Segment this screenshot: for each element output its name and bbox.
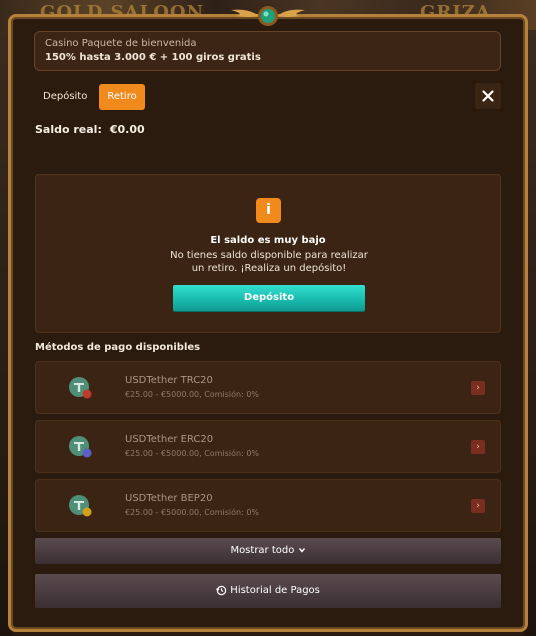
chevron-right-icon[interactable]: ›: [471, 440, 485, 454]
balance-label: Saldo real:: [35, 123, 102, 136]
tether-icon: [69, 495, 92, 517]
welcome-bonus-banner[interactable]: Casino Paquete de bienvenida 150% hasta …: [34, 31, 501, 71]
method-details: €25.00 - €5000.00, Comisión: 0%: [125, 390, 260, 399]
info-icon: i: [256, 198, 281, 223]
method-name: USDTether TRC20: [125, 375, 213, 386]
close-icon: [482, 90, 494, 102]
tether-icon: [69, 436, 92, 458]
method-details: €25.00 - €5000.00, Comisión: 0%: [125, 508, 260, 517]
close-button[interactable]: [475, 83, 501, 109]
real-balance: Saldo real: €0.00: [35, 123, 145, 136]
winged-emblem-icon: [231, 6, 305, 26]
promo-title: Casino Paquete de bienvenida: [45, 38, 197, 49]
deposit-button[interactable]: Depósito: [173, 285, 365, 311]
payment-method-usdt-bep20[interactable]: USDTether BEP20 €25.00 - €5000.00, Comis…: [35, 479, 501, 532]
balance-value: €0.00: [109, 123, 145, 136]
method-name: USDTether ERC20: [125, 434, 214, 445]
tab-deposit[interactable]: Depósito: [35, 84, 95, 110]
payment-method-usdt-erc20[interactable]: USDTether ERC20 €25.00 - €5000.00, Comis…: [35, 420, 501, 473]
show-all-button[interactable]: Mostrar todo: [35, 538, 501, 564]
history-label: Historial de Pagos: [230, 585, 320, 596]
promo-offer: 150% hasta 3.000 € + 100 giros gratis: [45, 52, 261, 63]
notice-title: El saldo es muy bajo: [210, 235, 326, 246]
chevron-down-icon: [298, 548, 305, 553]
tether-icon: [69, 377, 92, 399]
method-details: €25.00 - €5000.00, Comisión: 0%: [125, 449, 260, 458]
payment-history-button[interactable]: Historial de Pagos: [35, 574, 501, 608]
chevron-right-icon[interactable]: ›: [471, 381, 485, 395]
show-all-label: Mostrar todo: [230, 545, 295, 556]
payment-method-usdt-trc20[interactable]: USDTether TRC20 €25.00 - €5000.00, Comis…: [35, 361, 501, 414]
cashier-tabs: Depósito Retiro: [35, 84, 145, 110]
notice-text: No tienes saldo disponible para realizar…: [170, 250, 368, 274]
method-name: USDTether BEP20: [125, 493, 213, 504]
low-balance-notice: i El saldo es muy bajo No tienes saldo d…: [35, 174, 501, 333]
tab-withdraw[interactable]: Retiro: [99, 84, 145, 110]
chevron-right-icon[interactable]: ›: [471, 499, 485, 513]
history-icon: [216, 585, 227, 595]
payment-methods-title: Métodos de pago disponibles: [35, 342, 201, 353]
